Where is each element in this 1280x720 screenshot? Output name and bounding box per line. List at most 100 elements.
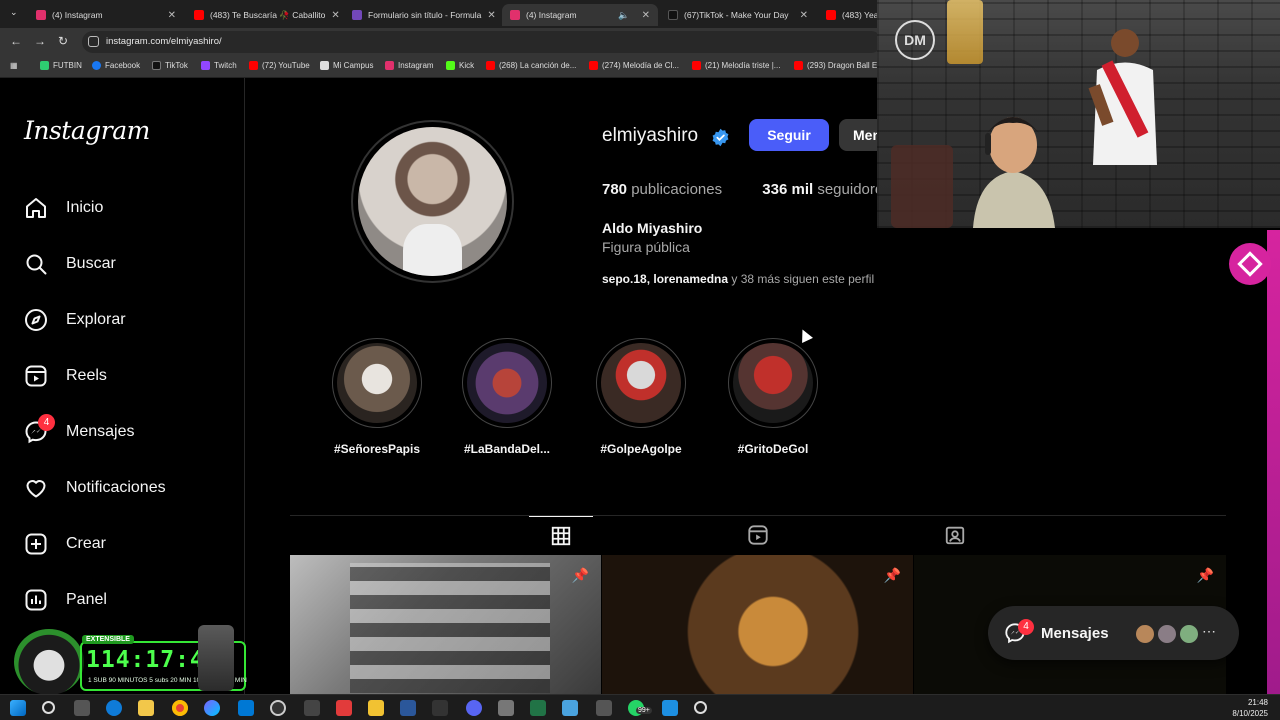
close-icon[interactable]: ✕ [168, 10, 176, 21]
facebook-icon [92, 61, 101, 70]
tab-title: (483) Te Buscaría 🥀 Caballito [210, 9, 326, 20]
system-clock[interactable]: 21:48 8/10/2025 [1232, 697, 1268, 719]
back-icon[interactable]: ← [10, 34, 22, 48]
nav-item-crear[interactable]: Crear [24, 532, 106, 556]
apps-icon[interactable]: ▦ [10, 61, 18, 70]
close-icon[interactable]: ✕ [642, 10, 650, 21]
bookmark[interactable]: Facebook [92, 61, 140, 70]
browser-tab[interactable]: (483) Te Buscaría 🥀 Caballito ✕ [186, 4, 342, 26]
chrome-icon[interactable] [172, 700, 188, 716]
nav-label: Explorar [66, 311, 126, 328]
nav-item-mensajes[interactable]: 4 Mensajes [24, 414, 134, 444]
bookmark-label: Kick [459, 61, 475, 70]
close-icon[interactable]: ✕ [800, 10, 808, 21]
bookmark[interactable]: Twitch [201, 61, 237, 70]
bookmark[interactable]: (274) Melodía de Cl... [589, 61, 679, 70]
bookmark[interactable]: (268) La canción de... [486, 61, 576, 70]
nav-item-notificaciones[interactable]: Notificaciones [24, 476, 166, 500]
nav-item-buscar[interactable]: Buscar [24, 252, 116, 276]
app-icon[interactable] [498, 700, 514, 716]
edge-icon[interactable] [106, 700, 122, 716]
windows-start-icon[interactable] [10, 700, 26, 716]
obs-icon[interactable] [270, 700, 286, 716]
bookmark[interactable]: Mi Campus [320, 61, 373, 70]
bookmark[interactable]: Instagram [385, 61, 434, 70]
instagram-logo[interactable]: Instagram [24, 116, 150, 145]
site-info-icon[interactable] [88, 36, 99, 47]
profile-avatar[interactable] [351, 120, 514, 283]
speaker-icon[interactable]: 🔈 [618, 10, 629, 21]
followed-by[interactable]: sepo.18, lorenamedna y 38 más siguen est… [602, 272, 874, 286]
highlight-label: #GolpeAgolpe [600, 442, 682, 456]
overlay-stripe [1267, 230, 1280, 694]
nav-item-inicio[interactable]: Inicio [24, 196, 103, 220]
app-icon[interactable] [432, 700, 448, 716]
bookmark-label: (72) YouTube [262, 61, 310, 70]
nav-item-explorar[interactable]: Explorar [24, 308, 126, 332]
tab-tagged[interactable] [923, 516, 987, 554]
nav-label: Crear [66, 535, 107, 552]
calculator-icon[interactable] [596, 700, 612, 716]
task-view-icon[interactable] [74, 700, 90, 716]
copilot-icon[interactable] [204, 700, 220, 716]
tab-search-icon[interactable]: ⌄ [10, 7, 18, 18]
tab-title: (4) Instagram [52, 10, 103, 20]
posts-stat: 780 publicaciones [602, 181, 722, 198]
profile-full-name: Aldo Miyashiro [602, 220, 703, 236]
tab-reels[interactable] [726, 516, 790, 554]
app-icon[interactable] [694, 701, 707, 714]
bookmark[interactable]: FUTBIN [40, 61, 82, 70]
nav-item-reels[interactable]: Reels [24, 364, 107, 388]
webcam-overlay: DM [877, 0, 1280, 228]
forward-icon[interactable]: → [34, 34, 46, 48]
post-tile[interactable]: 📌 [290, 555, 601, 694]
bookmark[interactable]: (21) Melodía triste |... [692, 61, 780, 70]
app-icon[interactable] [336, 700, 352, 716]
bookmark-label: Twitch [214, 61, 237, 70]
overlay-action-button[interactable] [1229, 243, 1271, 285]
bookmark[interactable]: TikTok [152, 61, 188, 70]
story-highlight[interactable]: #GolpeAgolpe [586, 338, 696, 456]
browser-tab[interactable]: Formulario sin título - Formula ✕ [344, 4, 500, 26]
follow-button[interactable]: Seguir [749, 119, 829, 151]
youtube-icon [794, 61, 803, 70]
word-icon[interactable] [400, 700, 416, 716]
notification-count: 99+ [636, 707, 652, 714]
browser-tab[interactable]: (483) Year [818, 4, 878, 26]
nav-label: Notificaciones [66, 479, 166, 496]
outlook-icon[interactable] [238, 700, 254, 716]
browser-tab-active[interactable]: (4) Instagram 🔈 ✕ [502, 4, 658, 26]
pin-icon: 📌 [1196, 567, 1214, 583]
reload-icon[interactable]: ↻ [58, 34, 68, 48]
bookmark[interactable]: Kick [446, 61, 474, 70]
browser-tab[interactable]: (67)TikTok - Make Your Day ✕ [660, 4, 816, 26]
story-highlight[interactable]: #SeñoresPapis [322, 338, 432, 456]
excel-icon[interactable] [530, 700, 546, 716]
nav-item-panel[interactable]: Panel [24, 588, 107, 612]
instagram-favicon-icon [36, 10, 46, 20]
browser-tab[interactable]: (4) Instagram ✕ [28, 4, 184, 26]
mini-streamer [198, 625, 234, 691]
story-highlight[interactable]: #GritoDeGol [718, 338, 828, 456]
close-icon[interactable]: ✕ [331, 10, 339, 21]
highlight-ring [728, 338, 818, 428]
floating-messages-button[interactable]: 4 Mensajes ⋯ [988, 606, 1239, 660]
url-field[interactable]: instagram.com/elmiyashiro/ [82, 31, 882, 53]
store-icon[interactable] [138, 700, 154, 716]
discord-icon[interactable] [466, 700, 482, 716]
bookmark[interactable]: (293) Dragon Ball E... [794, 61, 884, 70]
pin-icon: 📌 [571, 567, 589, 583]
tab-posts[interactable] [529, 516, 593, 554]
app-icon[interactable] [304, 700, 320, 716]
story-highlight[interactable]: #LaBandaDel... [452, 338, 562, 456]
followers-stat[interactable]: 336 mil seguidores [762, 181, 890, 198]
nav-label: Buscar [66, 255, 116, 272]
close-icon[interactable]: ✕ [487, 10, 495, 21]
app-icon[interactable] [562, 700, 578, 716]
streamer-person [973, 117, 1055, 228]
bookmark[interactable]: (72) YouTube [249, 61, 310, 70]
post-tile[interactable]: 📌 [602, 555, 913, 694]
app-icon[interactable] [662, 700, 678, 716]
search-icon[interactable] [42, 701, 55, 714]
file-explorer-icon[interactable] [368, 700, 384, 716]
